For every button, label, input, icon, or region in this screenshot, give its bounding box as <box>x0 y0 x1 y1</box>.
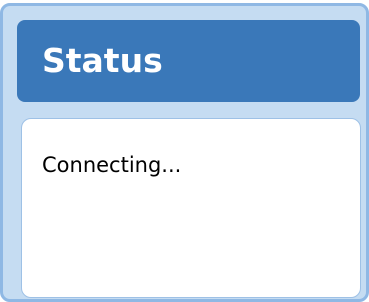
status-panel-header: Status <box>17 20 360 102</box>
status-message: Connecting... <box>42 153 182 177</box>
status-message-area: Connecting... <box>21 118 361 298</box>
status-panel-title: Status <box>42 41 163 80</box>
status-panel: Status Connecting... <box>0 3 369 302</box>
